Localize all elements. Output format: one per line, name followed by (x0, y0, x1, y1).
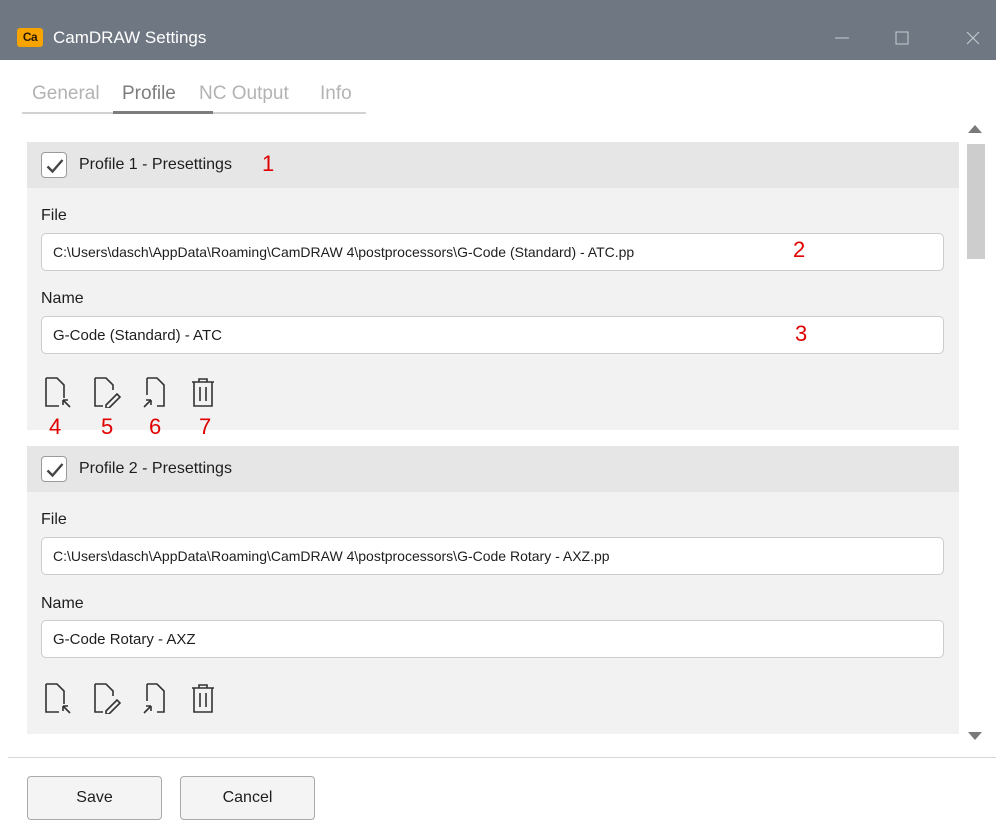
edit-file-icon[interactable] (92, 376, 122, 408)
profile-card-1: Profile 1 - Presettings File Name 1 2 3 … (27, 142, 959, 439)
profile-name-input[interactable] (41, 316, 944, 354)
profile-card-2: Profile 2 - Presettings File Name (27, 446, 959, 734)
file-path-input[interactable] (41, 537, 944, 575)
profile-enabled-checkbox[interactable] (41, 456, 67, 482)
annotation-7: 7 (199, 414, 212, 439)
minimize-button[interactable] (819, 22, 865, 54)
annotation-2: 2 (793, 237, 806, 262)
annotation-6: 6 (149, 414, 162, 439)
export-file-icon[interactable] (140, 682, 170, 714)
tab-profile[interactable]: Profile (122, 80, 176, 108)
tab-general[interactable]: General (32, 80, 100, 108)
import-file-icon[interactable] (43, 682, 73, 714)
export-file-icon[interactable] (140, 376, 170, 408)
checkmark-icon (46, 159, 64, 174)
scrollbar-thumb[interactable] (967, 144, 985, 259)
profile-enabled-checkbox[interactable] (41, 152, 67, 178)
settings-tabs: General Profile NC Output Info (22, 80, 366, 114)
profile-header: Profile 2 - Presettings (27, 446, 959, 492)
app-logo-icon: Ca (17, 28, 43, 47)
file-label: File (41, 511, 67, 528)
scroll-down-arrow-icon[interactable] (966, 729, 984, 743)
minimize-icon (835, 37, 849, 39)
scroll-up-arrow-icon[interactable] (966, 122, 984, 136)
annotation-3: 3 (795, 321, 808, 346)
profile-header: Profile 1 - Presettings (27, 142, 959, 188)
annotation-5: 5 (101, 414, 114, 439)
annotation-4: 4 (49, 414, 62, 439)
profile-title: Profile 1 - Presettings (79, 156, 232, 173)
name-label: Name (41, 595, 84, 612)
profile-title: Profile 2 - Presettings (79, 460, 232, 477)
edit-file-icon[interactable] (92, 682, 122, 714)
close-icon (966, 31, 980, 45)
name-label: Name (41, 290, 84, 307)
tab-nc-output[interactable]: NC Output (199, 80, 289, 108)
close-button[interactable] (950, 22, 996, 54)
footer-divider (8, 757, 996, 758)
import-file-icon[interactable] (43, 376, 73, 408)
save-button[interactable]: Save (27, 776, 162, 820)
tab-info[interactable]: Info (320, 80, 352, 108)
active-tab-indicator (113, 111, 213, 114)
title-bar: Ca CamDRAW Settings (0, 0, 996, 60)
window-title: CamDRAW Settings (53, 28, 207, 47)
profile-name-input[interactable] (41, 620, 944, 658)
annotation-1: 1 (262, 151, 275, 176)
cancel-button[interactable]: Cancel (180, 776, 315, 820)
maximize-button[interactable] (879, 22, 925, 54)
trash-icon[interactable] (188, 682, 218, 714)
maximize-icon (895, 31, 909, 45)
checkmark-icon (46, 463, 64, 478)
file-path-input[interactable] (41, 233, 944, 271)
trash-icon[interactable] (188, 376, 218, 408)
file-label: File (41, 207, 67, 224)
